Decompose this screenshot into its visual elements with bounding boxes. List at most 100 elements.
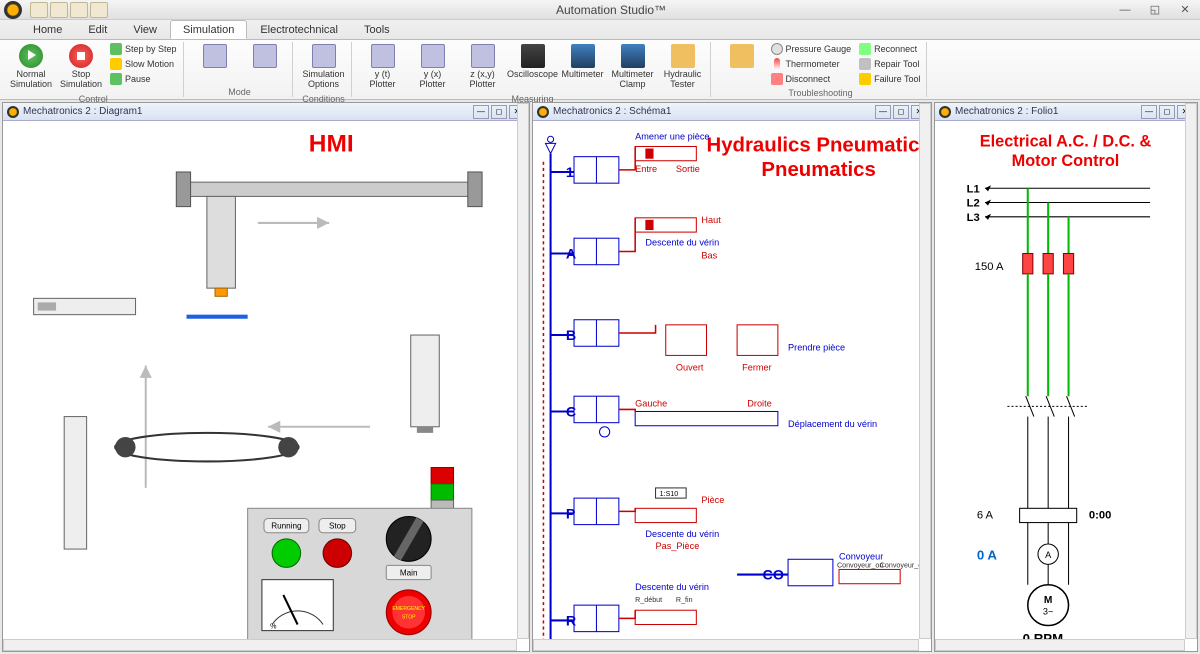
red-pushbutton[interactable] <box>323 539 352 568</box>
panel-elec-titlebar: Mechatronics 2 : Folio1 — ◻ ✕ <box>935 103 1197 121</box>
timer-label: 0:00 <box>1089 510 1111 522</box>
green-pushbutton[interactable] <box>272 539 301 568</box>
multimeter-button[interactable]: Multimeter <box>560 42 606 82</box>
panel-hydraulics: Mechatronics 2 : Schéma1 — ◻ ✕ Hydraulic… <box>532 102 932 652</box>
svg-text:Motor Control: Motor Control <box>1012 152 1120 170</box>
panel-maximize-button[interactable]: ◻ <box>893 105 909 119</box>
svg-text:Electrical A.C. / D.C. &: Electrical A.C. / D.C. & <box>980 132 1152 150</box>
panel-minimize-button[interactable]: — <box>875 105 891 119</box>
hydraulics-canvas[interactable]: Hydraulics Pneumatics Pneumatics 1 Amene… <box>533 121 931 651</box>
oscilloscope-icon <box>521 44 545 68</box>
close-button[interactable]: ✕ <box>1170 0 1200 20</box>
svg-text:Déplacement du vérin: Déplacement du vérin <box>788 419 877 429</box>
tab-edit[interactable]: Edit <box>75 20 120 39</box>
tab-tools[interactable]: Tools <box>351 20 403 39</box>
mode-button-1[interactable] <box>192 42 238 72</box>
panel-minimize-button[interactable]: — <box>473 105 489 119</box>
hscroll[interactable] <box>3 639 517 651</box>
svg-text:R_fin: R_fin <box>676 596 693 604</box>
qat-button-3[interactable] <box>70 2 88 18</box>
normal-simulation-button[interactable]: Normal Simulation <box>8 42 54 92</box>
hscroll[interactable] <box>533 639 919 651</box>
step-by-step-button[interactable]: Step by Step <box>108 42 179 56</box>
mode-button-2[interactable] <box>242 42 288 72</box>
clamp-button[interactable]: Multimeter Clamp <box>610 42 656 92</box>
svg-text:Convoyeur: Convoyeur <box>839 551 883 561</box>
minimize-button[interactable]: — <box>1110 0 1140 20</box>
vscroll[interactable] <box>1185 103 1197 639</box>
tab-home[interactable]: Home <box>20 20 75 39</box>
reconnect-icon <box>859 43 871 55</box>
failure-icon <box>859 73 871 85</box>
window-titlebar: Automation Studio™ — ◱ ✕ <box>0 0 1200 20</box>
disconnect-button[interactable]: Disconnect <box>769 72 854 86</box>
thermometer-button[interactable]: Thermometer <box>769 57 854 71</box>
plotter-icon <box>421 44 445 68</box>
simulation-options-button[interactable]: Simulation Options <box>301 42 347 92</box>
tab-simulation[interactable]: Simulation <box>170 20 247 39</box>
svg-text:R_début: R_début <box>635 596 662 604</box>
svg-text:L2: L2 <box>967 198 980 210</box>
panel-maximize-button[interactable]: ◻ <box>1159 105 1175 119</box>
hmi-heading: HMI <box>309 131 354 158</box>
yx-plotter-button[interactable]: y (x) Plotter <box>410 42 456 92</box>
svg-text:Prendre pièce: Prendre pièce <box>788 342 845 352</box>
failure-tool-button[interactable]: Failure Tool <box>857 72 922 86</box>
ribbon-group-conditions: Simulation Options Conditions <box>297 42 352 97</box>
hydraulic-tester-button[interactable]: Hydraulic Tester <box>660 42 706 92</box>
svg-text:Gauche: Gauche <box>635 398 667 408</box>
panel-hmi-titlebar: Mechatronics 2 : Diagram1 — ◻ ✕ <box>3 103 529 121</box>
current-readout: 0 A <box>977 547 998 562</box>
repair-tool-button[interactable]: Repair Tool <box>857 57 922 71</box>
panel-logo-icon <box>537 106 549 118</box>
hscroll[interactable] <box>935 639 1185 651</box>
z-plotter-button[interactable]: z (x,y) Plotter <box>460 42 506 92</box>
svg-text:Entre: Entre <box>635 164 657 174</box>
svg-text:1:S10: 1:S10 <box>660 490 679 498</box>
pressure-gauge-button[interactable]: Pressure Gauge <box>769 42 854 56</box>
svg-text:Sortie: Sortie <box>676 164 700 174</box>
panel-hmi: Mechatronics 2 : Diagram1 — ◻ ✕ HMI <box>2 102 530 652</box>
vscroll[interactable] <box>919 103 931 639</box>
svg-text:Descente du vérin: Descente du vérin <box>645 237 719 247</box>
svg-text:EMERGENCY: EMERGENCY <box>392 606 425 612</box>
hmi-canvas[interactable]: HMI <box>3 121 529 651</box>
y-plotter-button[interactable]: y (t) Plotter <box>360 42 406 92</box>
svg-text:L1: L1 <box>967 183 980 195</box>
multimeter-icon <box>571 44 595 68</box>
gauge-icon <box>771 43 783 55</box>
panel-minimize-button[interactable]: — <box>1141 105 1157 119</box>
qat-button-4[interactable] <box>90 2 108 18</box>
disconnect-icon <box>771 73 783 85</box>
electrical-canvas[interactable]: Electrical A.C. / D.C. & Motor Control L… <box>935 121 1197 651</box>
clamp-icon <box>621 44 645 68</box>
panel-hyd-title: Mechatronics 2 : Schéma1 <box>553 106 873 117</box>
ribbon-group-troubleshooting: Pressure Gauge Thermometer Disconnect Re… <box>715 42 928 97</box>
oscilloscope-button[interactable]: Oscilloscope <box>510 42 556 82</box>
tab-electrotechnical[interactable]: Electrotechnical <box>247 20 351 39</box>
reconnect-button[interactable]: Reconnect <box>857 42 922 56</box>
svg-text:Amener une pièce: Amener une pièce <box>635 131 709 141</box>
troubleshoot-button[interactable] <box>719 42 765 72</box>
tab-view[interactable]: View <box>120 20 170 39</box>
ribbon-group-control: Normal Simulation Stop Simulation Step b… <box>4 42 184 97</box>
svg-text:STOP: STOP <box>402 614 416 620</box>
svg-text:Convoyeur_on: Convoyeur_on <box>837 561 883 569</box>
svg-text:C: C <box>566 405 576 421</box>
svg-text:Pas_Pièce: Pas_Pièce <box>656 541 700 551</box>
thermometer-icon <box>774 58 780 70</box>
panel-maximize-button[interactable]: ◻ <box>491 105 507 119</box>
slow-motion-button[interactable]: Slow Motion <box>108 57 179 71</box>
maximize-button[interactable]: ◱ <box>1140 0 1170 20</box>
vscroll[interactable] <box>517 103 529 639</box>
pause-button[interactable]: Pause <box>108 72 179 86</box>
svg-text:Pneumatics: Pneumatics <box>761 159 875 181</box>
svg-text:A: A <box>1045 550 1052 560</box>
svg-text:%: % <box>270 623 277 631</box>
qat-button-1[interactable] <box>30 2 48 18</box>
hyd-heading: Hydraulics Pneumatics <box>707 135 931 157</box>
qat-button-2[interactable] <box>50 2 68 18</box>
plotter-icon <box>471 44 495 68</box>
panel-hmi-title: Mechatronics 2 : Diagram1 <box>23 106 471 117</box>
stop-simulation-button[interactable]: Stop Simulation <box>58 42 104 92</box>
